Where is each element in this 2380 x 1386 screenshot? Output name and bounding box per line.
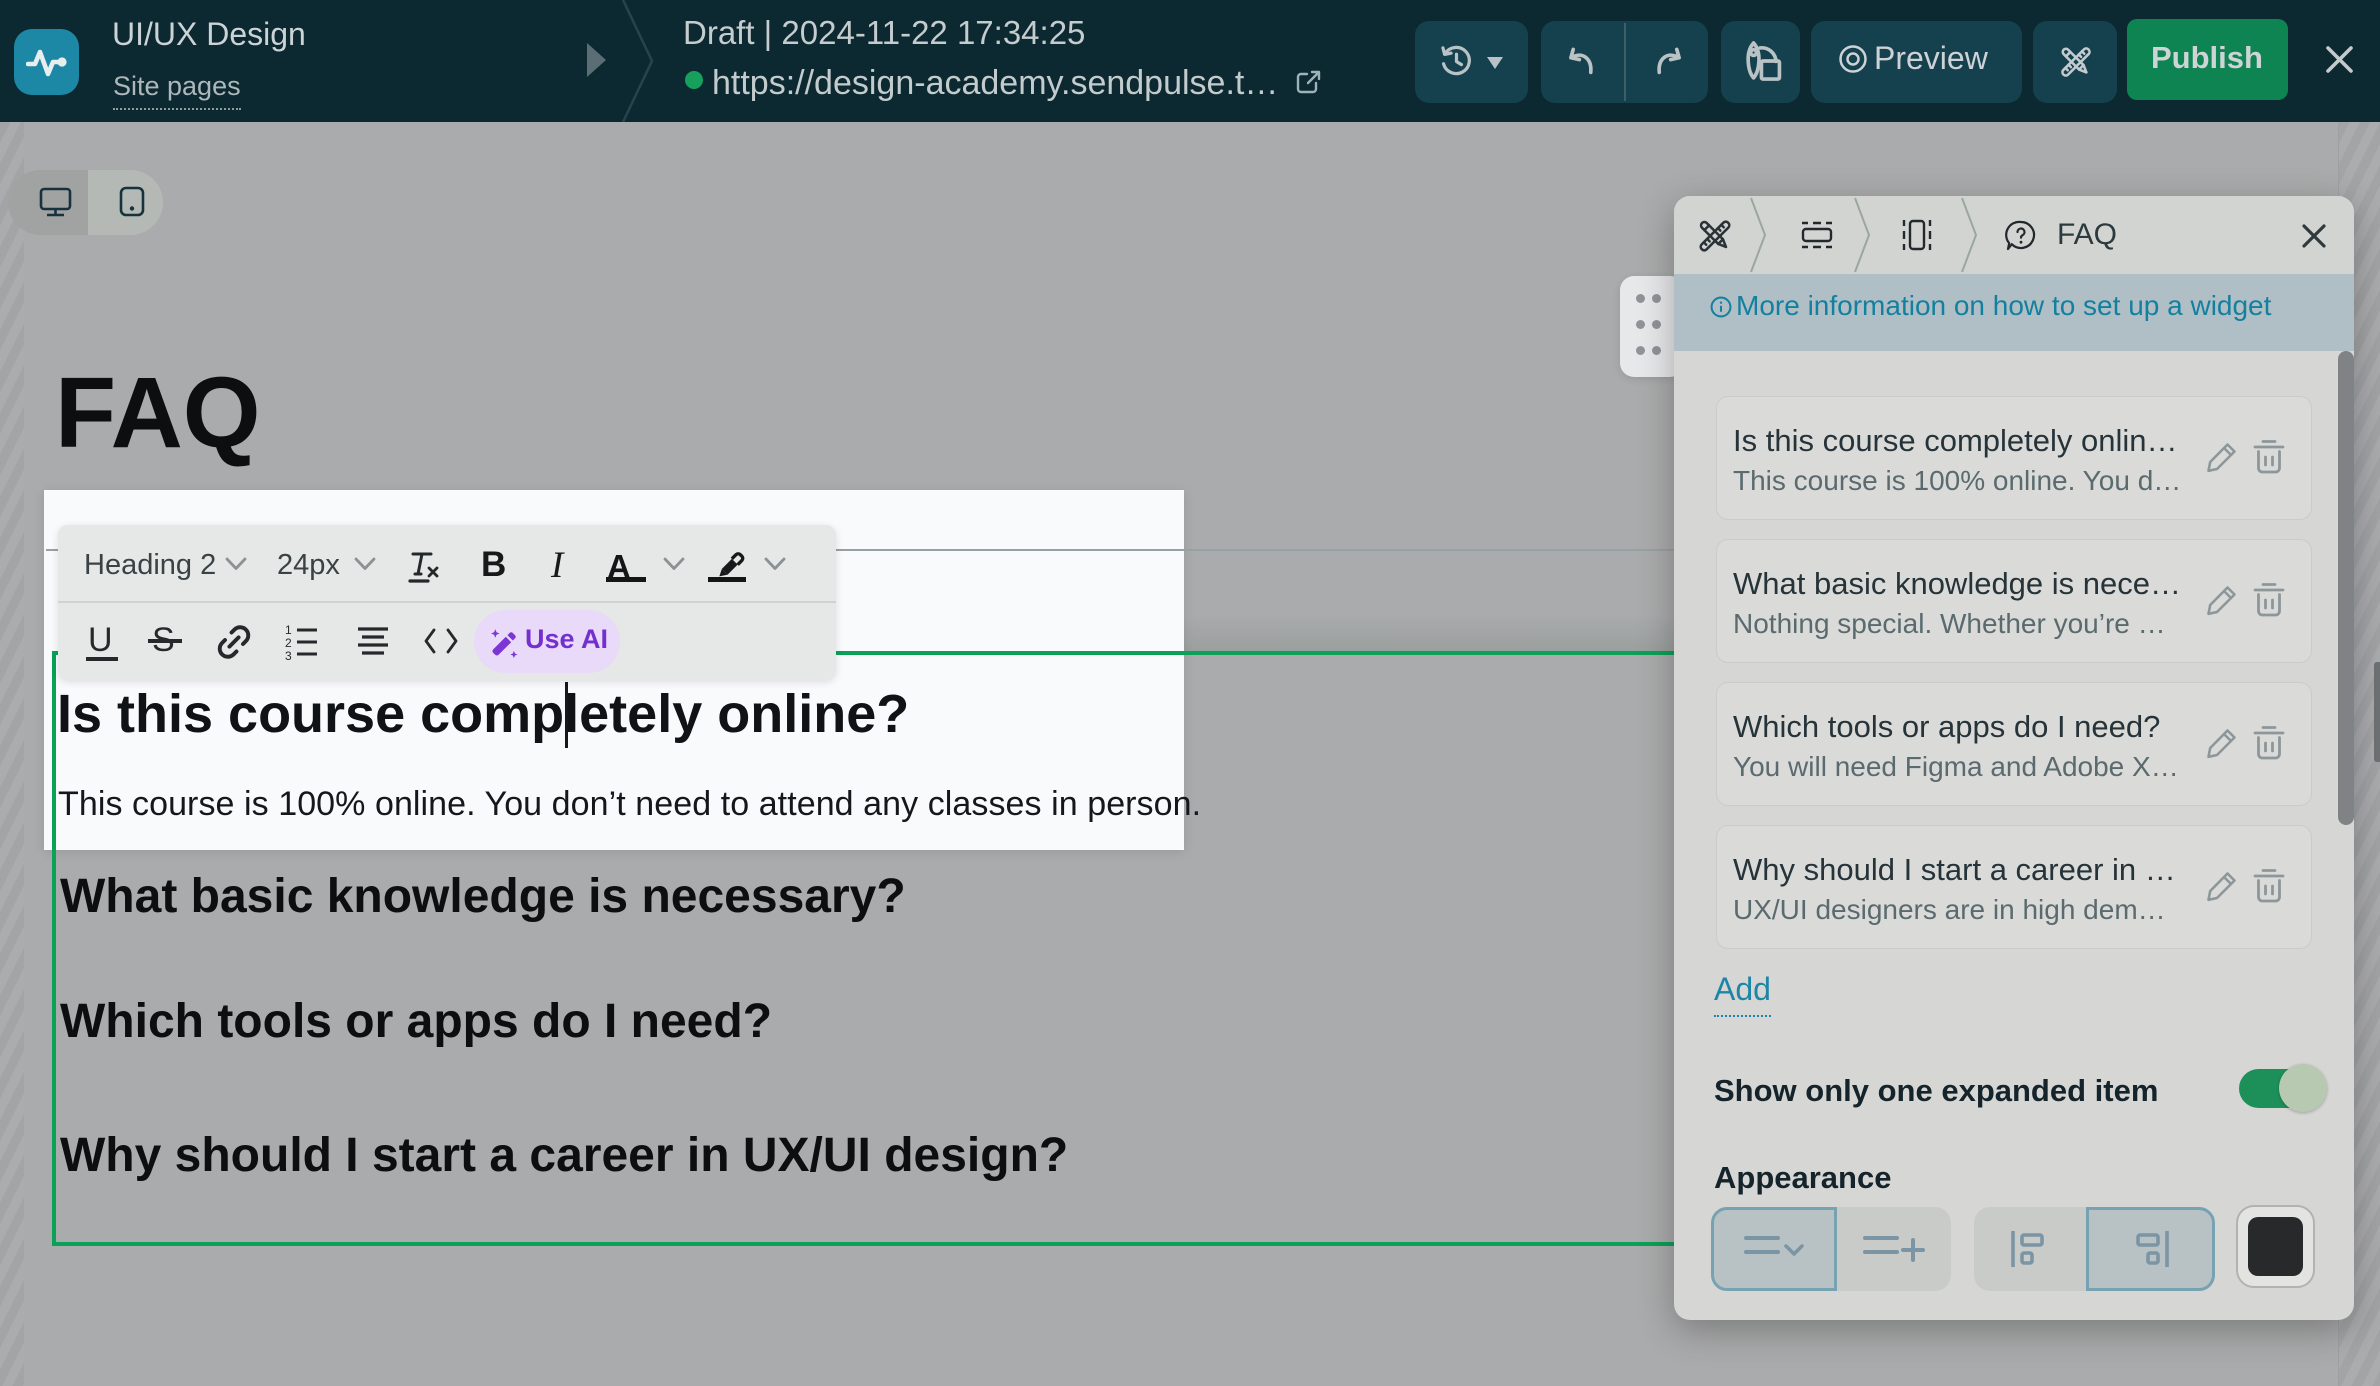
svg-text:2: 2 [285,636,292,650]
svg-text:3: 3 [285,649,292,661]
svg-text:1: 1 [285,623,292,637]
